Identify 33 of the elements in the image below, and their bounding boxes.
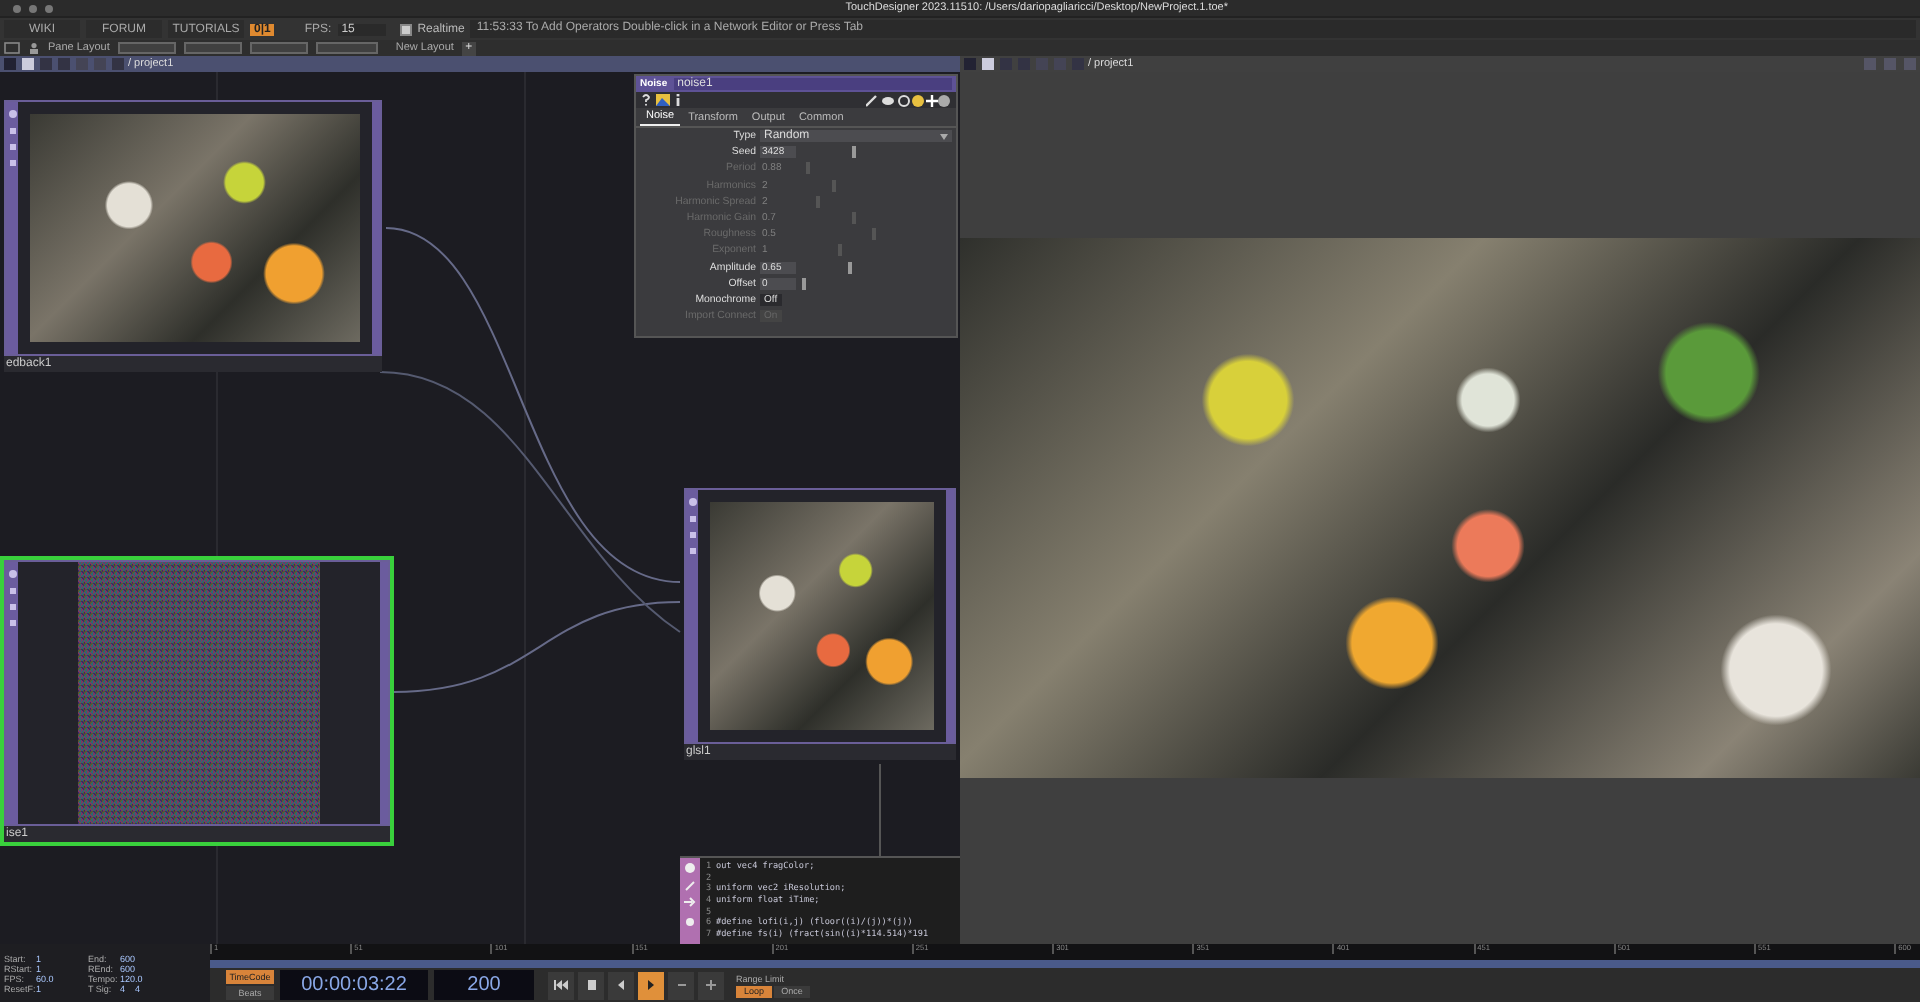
reverse-play-icon [618, 980, 624, 990]
start-button[interactable] [548, 971, 574, 999]
node-tools-icon[interactable] [687, 496, 697, 556]
image-icon[interactable] [656, 94, 670, 106]
dropdown-caret-icon [940, 133, 948, 140]
slider-thumb[interactable] [802, 277, 807, 290]
node-tools-icon[interactable] [7, 108, 17, 168]
help-icon[interactable] [642, 94, 650, 106]
reverse-button[interactable] [608, 971, 634, 999]
person-icon[interactable] [28, 42, 40, 54]
connection-wire [879, 763, 881, 857]
grid-icon[interactable] [4, 42, 20, 54]
realtime-checkbox[interactable] [399, 23, 412, 35]
operator-tools-icon[interactable] [866, 93, 950, 107]
pane-toolbar-icon[interactable] [964, 58, 1084, 70]
step-forward-button[interactable] [698, 971, 724, 999]
skip-start-icon [554, 980, 568, 990]
network-editor[interactable] [0, 72, 960, 944]
node-tools-icon[interactable] [7, 568, 17, 628]
window-controls-icon[interactable] [12, 3, 56, 13]
play-button[interactable] [638, 971, 664, 999]
plus-icon [706, 980, 716, 990]
slider-thumb[interactable] [851, 146, 856, 159]
pane-toolbar-icon[interactable] [4, 58, 124, 70]
frame-display[interactable]: 200 [434, 970, 534, 1000]
timecode-display[interactable]: 00:00:03:22 [280, 970, 428, 1000]
slider-thumb[interactable] [847, 261, 852, 274]
stop-icon [587, 980, 595, 990]
step-back-button[interactable] [668, 971, 694, 999]
play-icon [648, 980, 654, 990]
minus-icon [677, 984, 685, 986]
stop-button[interactable] [578, 971, 604, 999]
code-tools-icon[interactable] [684, 862, 696, 930]
